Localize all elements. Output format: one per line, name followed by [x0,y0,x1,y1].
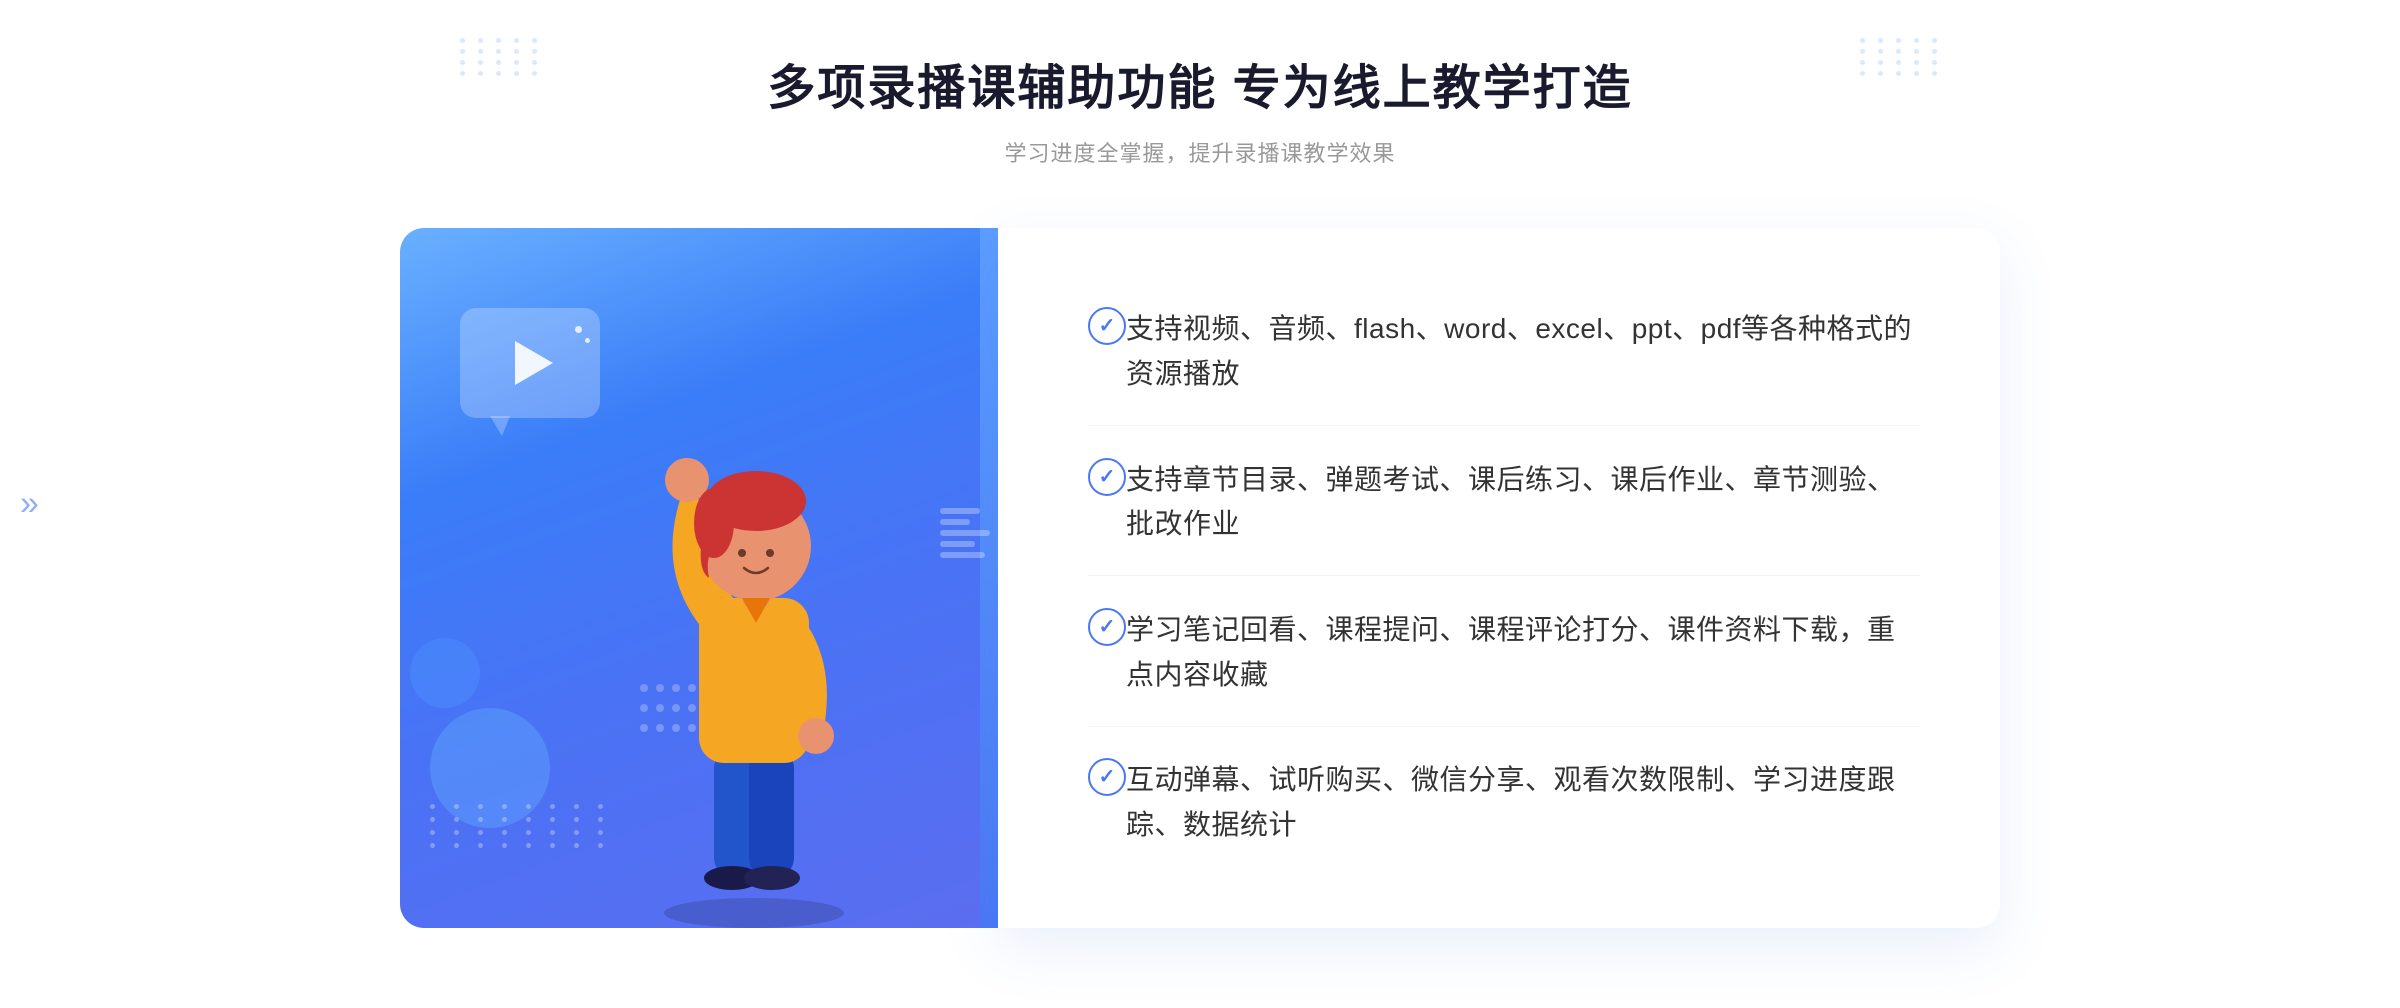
dots-decoration-right [1860,38,1940,118]
feature-item-3: ✓ 学习笔记回看、课程提问、课程评论打分、课件资料下载，重点内容收藏 [1088,580,1920,727]
feature-item-2: ✓ 支持章节目录、弹题考试、课后练习、课后作业、章节测验、批改作业 [1088,430,1920,577]
speech-bubble [460,308,600,418]
feature-text-2: 支持章节目录、弹题考试、课后练习、课后作业、章节测验、批改作业 [1126,458,1920,548]
person-illustration [594,368,914,928]
checkmark-3: ✓ [1099,617,1116,637]
left-image-card [400,228,980,928]
check-icon-4: ✓ [1088,758,1126,796]
deco-circle-medium [410,638,480,708]
check-icon-3: ✓ [1088,608,1126,646]
right-panel: ✓ 支持视频、音频、flash、word、excel、ppt、pdf等各种格式的… [998,228,2000,928]
card-dots-pattern [430,804,614,848]
connector-bar [980,228,998,928]
page-wrapper: 多项录播课辅助功能 专为线上教学打造 学习进度全掌握，提升录播课教学效果 » [0,0,2400,1008]
feature-text-4: 互动弹幕、试听购买、微信分享、观看次数限制、学习进度跟踪、数据统计 [1126,758,1920,848]
chevron-right-icon: » [20,490,39,517]
header-section: 多项录播课辅助功能 专为线上教学打造 学习进度全掌握，提升录播课教学效果 [767,60,1632,168]
main-title: 多项录播课辅助功能 专为线上教学打造 [767,60,1632,118]
check-icon-2: ✓ [1088,458,1126,496]
checkmark-1: ✓ [1099,316,1116,336]
checkmark-2: ✓ [1099,467,1116,487]
sparkle-decoration [575,326,590,348]
play-triangle-icon [515,341,553,385]
check-icon-1: ✓ [1088,307,1126,345]
sub-title: 学习进度全掌握，提升录播课教学效果 [767,136,1632,168]
feature-text-3: 学习笔记回看、课程提问、课程评论打分、课件资料下载，重点内容收藏 [1126,608,1920,698]
feature-item-4: ✓ 互动弹幕、试听购买、微信分享、观看次数限制、学习进度跟踪、数据统计 [1088,730,1920,876]
feature-item-1: ✓ 支持视频、音频、flash、word、excel、ppt、pdf等各种格式的… [1088,279,1920,426]
feature-text-1: 支持视频、音频、flash、word、excel、ppt、pdf等各种格式的资源… [1126,307,1920,397]
stripes-decoration [940,508,990,558]
content-area: ✓ 支持视频、音频、flash、word、excel、ppt、pdf等各种格式的… [400,228,2000,928]
left-arrow-decoration: » [20,490,39,517]
dots-decoration-left [460,38,540,118]
play-illustration [460,308,600,428]
checkmark-4: ✓ [1099,767,1116,787]
